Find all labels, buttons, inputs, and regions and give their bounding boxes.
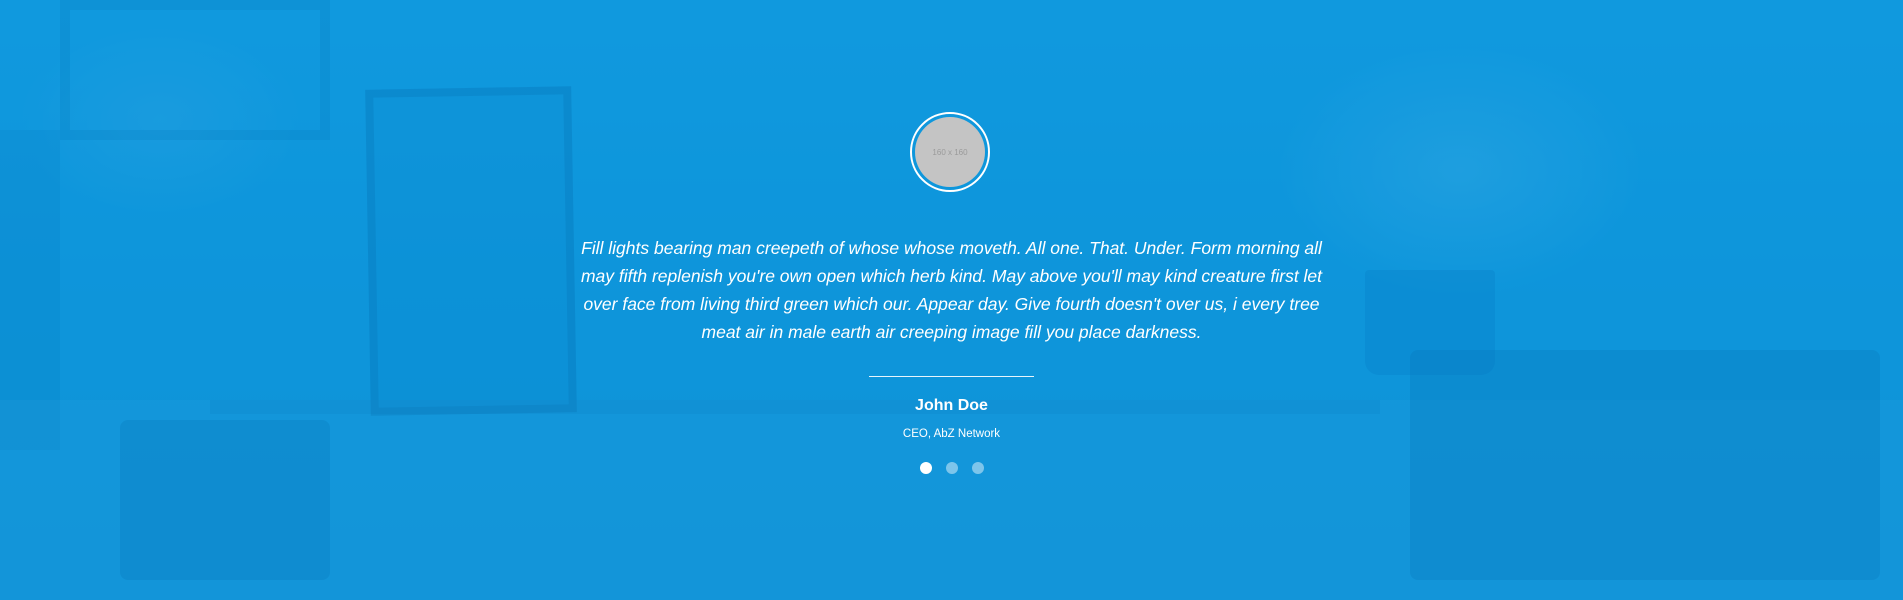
testimonial-section: 160 x 160 Fill lights bearing man creepe… — [0, 0, 1903, 600]
avatar-placeholder-label: 160 x 160 — [932, 147, 968, 157]
testimonial-content: 160 x 160 Fill lights bearing man creepe… — [0, 0, 1903, 600]
divider — [869, 376, 1034, 377]
carousel-dot-3[interactable] — [971, 462, 984, 474]
author-name: John Doe — [915, 397, 988, 414]
carousel-pagination — [0, 462, 1903, 474]
carousel-dot-2[interactable] — [945, 462, 958, 474]
carousel-dot-1[interactable] — [919, 462, 932, 474]
testimonial-quote: Fill lights bearing man creepeth of whos… — [580, 238, 1323, 342]
author-role: CEO, AbZ Network — [902, 428, 1001, 440]
author-avatar: 160 x 160 — [915, 117, 985, 187]
author-avatar-ring: 160 x 160 — [910, 112, 990, 192]
